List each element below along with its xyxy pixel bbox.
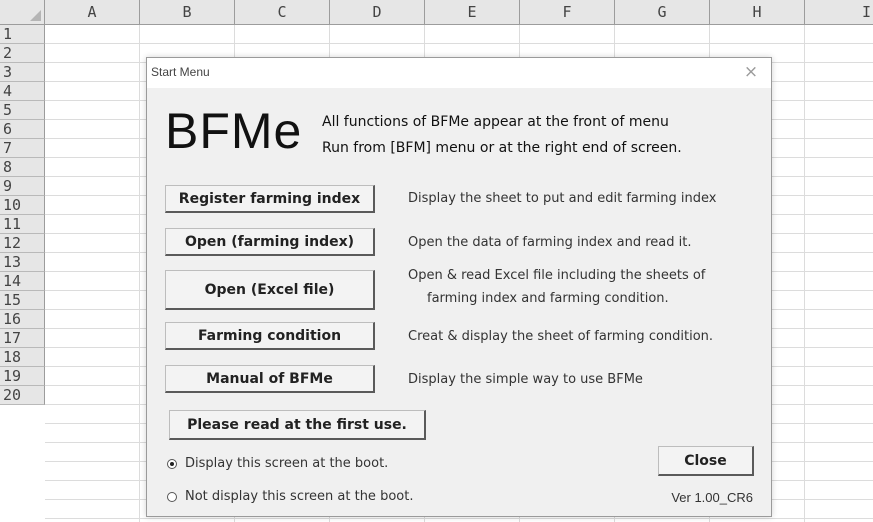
dialog-title: Start Menu — [151, 65, 210, 79]
radio-checked-icon[interactable] — [167, 458, 177, 469]
row-header-3[interactable]: 3 — [0, 63, 45, 82]
farming-condition-button[interactable]: Farming condition — [165, 322, 375, 350]
manual-desc: Display the simple way to use BFMe — [408, 372, 643, 387]
row-header-18[interactable]: 18 — [0, 348, 45, 367]
row-header-12[interactable]: 12 — [0, 234, 45, 253]
register-farming-index-button[interactable]: Register farming index — [165, 185, 375, 213]
row-header-19[interactable]: 19 — [0, 367, 45, 386]
column-header-b[interactable]: B — [140, 0, 235, 25]
row-header-16[interactable]: 16 — [0, 310, 45, 329]
radio-not-display-label: Not display this screen at the boot. — [185, 489, 414, 504]
close-button[interactable]: Close — [658, 446, 754, 476]
close-icon[interactable]: × — [741, 61, 761, 83]
row-header-17[interactable]: 17 — [0, 329, 45, 348]
headline-line-2: Run from [BFM] menu or at the right end … — [322, 140, 682, 156]
version-label: Ver 1.00_CR6 — [671, 490, 753, 505]
column-header-g[interactable]: G — [615, 0, 710, 25]
first-use-button[interactable]: Please read at the first use. — [169, 410, 426, 440]
open-excel-file-desc-2: farming index and farming condition. — [427, 291, 669, 306]
radio-unchecked-icon[interactable] — [167, 491, 177, 502]
headline-line-1: All functions of BFMe appear at the fron… — [322, 114, 669, 130]
manual-button[interactable]: Manual of BFMe — [165, 365, 375, 393]
farming-condition-desc: Creat & display the sheet of farming con… — [408, 329, 714, 344]
radio-display-option[interactable]: Display this screen at the boot. — [167, 456, 388, 471]
row-header-10[interactable]: 10 — [0, 196, 45, 215]
row-header-5[interactable]: 5 — [0, 101, 45, 120]
column-header-h[interactable]: H — [710, 0, 805, 25]
row-header-8[interactable]: 8 — [0, 158, 45, 177]
row-header-13[interactable]: 13 — [0, 253, 45, 272]
column-header-f[interactable]: F — [520, 0, 615, 25]
column-header-d[interactable]: D — [330, 0, 425, 25]
row-header-20[interactable]: 20 — [0, 386, 45, 405]
open-farming-index-desc: Open the data of farming index and read … — [408, 235, 692, 250]
column-header-a[interactable]: A — [45, 0, 140, 25]
radio-not-display-option[interactable]: Not display this screen at the boot. — [167, 489, 413, 504]
open-farming-index-button[interactable]: Open (farming index) — [165, 228, 375, 256]
select-all-corner[interactable] — [0, 0, 45, 25]
row-header-4[interactable]: 4 — [0, 82, 45, 101]
dialog-titlebar: Start Menu × — [147, 58, 771, 88]
row-header-14[interactable]: 14 — [0, 272, 45, 291]
row-header-15[interactable]: 15 — [0, 291, 45, 310]
open-excel-file-button[interactable]: Open (Excel file) — [165, 270, 375, 310]
row-header-9[interactable]: 9 — [0, 177, 45, 196]
row-header-7[interactable]: 7 — [0, 139, 45, 158]
row-header-6[interactable]: 6 — [0, 120, 45, 139]
app-logo: BFMe — [165, 103, 303, 159]
start-menu-dialog: Start Menu × BFMe All functions of BFMe … — [146, 57, 772, 517]
register-farming-index-desc: Display the sheet to put and edit farmin… — [408, 191, 717, 206]
column-header-e[interactable]: E — [425, 0, 520, 25]
row-header-11[interactable]: 11 — [0, 215, 45, 234]
row-header-2[interactable]: 2 — [0, 44, 45, 63]
open-excel-file-desc: Open & read Excel file including the she… — [408, 268, 706, 283]
radio-display-label: Display this screen at the boot. — [185, 456, 389, 471]
column-header-i[interactable]: I — [805, 0, 873, 25]
column-header-c[interactable]: C — [235, 0, 330, 25]
row-header-1[interactable]: 1 — [0, 25, 45, 44]
